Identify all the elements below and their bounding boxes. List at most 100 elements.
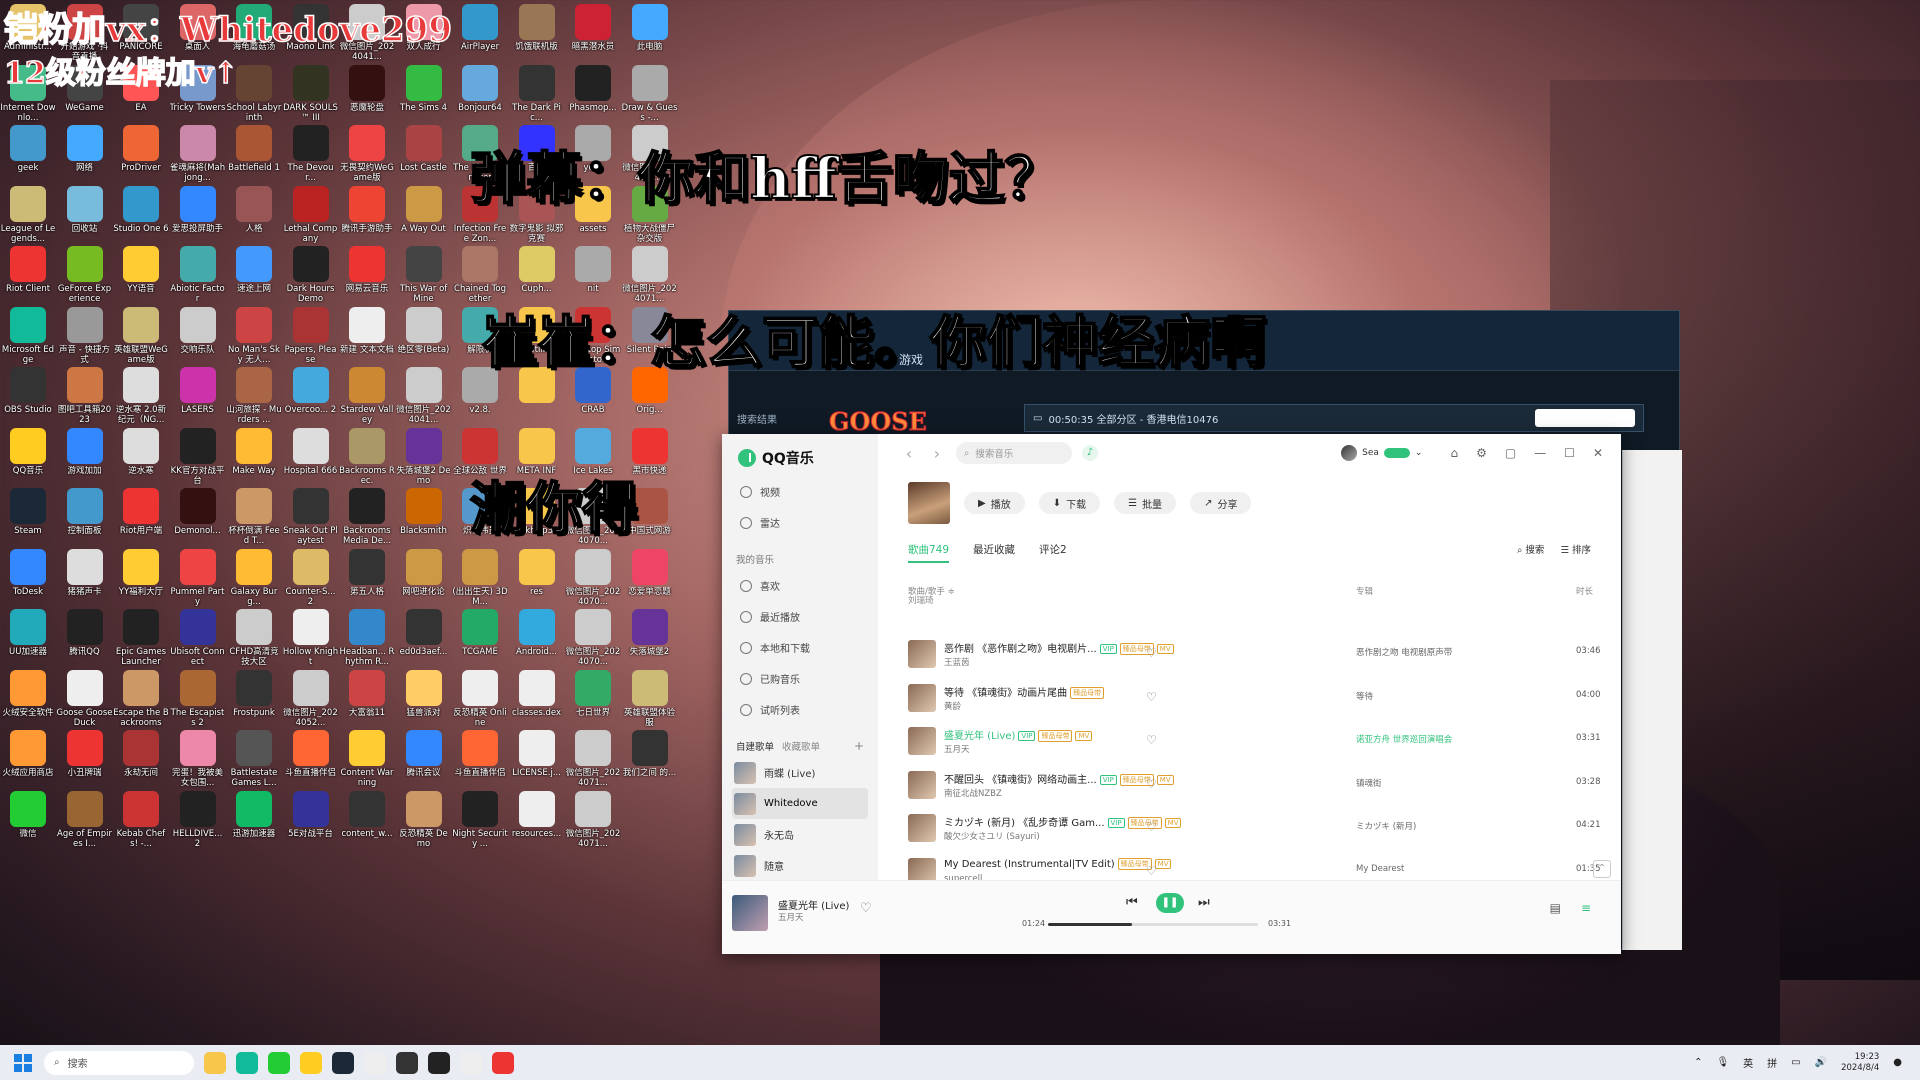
progress-bar[interactable] bbox=[1048, 923, 1258, 926]
scroll-top-icon[interactable]: ⌃ bbox=[1593, 860, 1611, 878]
song-artist[interactable]: 南征北战NZBZ bbox=[944, 787, 1002, 799]
microphone-icon[interactable]: 🎙 bbox=[1716, 1057, 1729, 1068]
now-playing-title[interactable]: 盛夏光年 (Live) bbox=[778, 897, 849, 912]
playlist-item[interactable]: 随意 bbox=[732, 850, 868, 881]
user-area[interactable]: Sea ⌄ bbox=[1341, 445, 1422, 461]
download-button[interactable]: ⬇ 下载 bbox=[1038, 492, 1101, 514]
song-row[interactable]: 恶作剧 《恶作剧之吻》电视剧片... VIP 臻品母带 MV 王蓝茵 ♡ 恶作剧之吻 电视剧… bbox=[878, 632, 1621, 676]
skin-icon[interactable]: ⌂ bbox=[1450, 446, 1458, 460]
next-icon[interactable]: ⏭ bbox=[1198, 895, 1210, 910]
previous-icon[interactable]: ⏮ bbox=[1126, 895, 1138, 910]
room-input[interactable] bbox=[1535, 409, 1635, 427]
batch-button[interactable]: ☰ 批量 bbox=[1114, 492, 1177, 514]
goose-taskbar-icon[interactable] bbox=[460, 1051, 482, 1074]
playlist-item[interactable]: 雨蝶 (Live) bbox=[732, 757, 868, 788]
song-album[interactable]: 镇魂街 bbox=[1356, 777, 1382, 789]
sidebar-item-recent[interactable]: 最近播放 bbox=[722, 601, 878, 632]
qq-music-taskbar-icon[interactable] bbox=[300, 1051, 322, 1074]
ime-mode[interactable]: 拼 bbox=[1767, 1055, 1777, 1070]
song-artist[interactable]: 五月天 bbox=[944, 743, 970, 755]
sidebar-item-video[interactable]: 视频 bbox=[722, 476, 878, 507]
playlist-item-active[interactable]: Whitedove bbox=[732, 788, 868, 819]
maximize-icon[interactable]: ☐ bbox=[1564, 446, 1575, 460]
windows-start-icon[interactable] bbox=[14, 1053, 32, 1072]
like-icon[interactable]: ♡ bbox=[860, 901, 872, 916]
song-album[interactable]: 等待 bbox=[1356, 690, 1373, 702]
desktop-icon[interactable]: resources... bbox=[509, 789, 565, 863]
desktop-icon[interactable]: 我们之间 的... bbox=[622, 728, 678, 802]
song-title[interactable]: 恶作剧 《恶作剧之吻》电视剧片... VIP 臻品母带 MV bbox=[944, 640, 1174, 655]
steam-taskbar-icon[interactable] bbox=[332, 1051, 354, 1074]
like-icon[interactable]: ♡ bbox=[1146, 777, 1157, 791]
chevron-down-icon[interactable]: ⌄ bbox=[1415, 448, 1423, 458]
desktop-icon[interactable]: HELLDIVE... 2 bbox=[170, 789, 226, 863]
listen-recognize-icon[interactable]: ♪ bbox=[1082, 445, 1098, 461]
song-title[interactable]: 不醒回头 《镇魂街》网络动画主... VIP 臻品母带 MV bbox=[944, 771, 1174, 786]
playlist-item[interactable]: 永无岛 bbox=[732, 819, 868, 850]
song-row[interactable]: 不醒回头 《镇魂街》网络动画主... VIP 臻品母带 MV 南征北战NZBZ ♡ 镇魂街 0… bbox=[878, 763, 1621, 807]
song-title[interactable]: 等待 《镇魂街》动画片尾曲 臻品母带 bbox=[944, 684, 1105, 699]
song-artist[interactable]: 王蓝茵 bbox=[944, 656, 970, 668]
sidebar-item-local[interactable]: 本地和下载 bbox=[722, 632, 878, 663]
minimize-icon[interactable]: — bbox=[1534, 446, 1546, 460]
file-explorer-icon[interactable] bbox=[204, 1051, 226, 1074]
tab-collected-playlists[interactable]: 收藏歌单 bbox=[782, 739, 820, 753]
song-album[interactable]: My Dearest bbox=[1356, 864, 1404, 874]
forward-icon[interactable]: › bbox=[928, 444, 946, 463]
obs-taskbar-icon[interactable] bbox=[396, 1051, 418, 1074]
sidebar-item-likes[interactable]: 喜欢 bbox=[722, 570, 878, 601]
riot-taskbar-icon[interactable] bbox=[492, 1051, 514, 1074]
lyrics-icon[interactable]: ▤ bbox=[1550, 901, 1561, 915]
song-title[interactable]: My Dearest (Instrumental|TV Edit) 臻品母带 MV bbox=[944, 857, 1172, 870]
desktop-icon[interactable]: Night Security ... bbox=[452, 789, 508, 863]
tab-recent-collected[interactable]: 最近收藏 bbox=[973, 542, 1015, 563]
share-button[interactable]: ↗ 分享 bbox=[1190, 492, 1252, 514]
tab-created-playlists[interactable]: 自建歌单 bbox=[736, 739, 774, 753]
settings-icon[interactable]: ⚙ bbox=[1476, 446, 1487, 460]
document-taskbar-icon[interactable] bbox=[364, 1051, 386, 1074]
clock[interactable]: 19:23 2024/8/4 bbox=[1841, 1052, 1879, 1074]
play-all-button[interactable]: ▶ 播放 bbox=[964, 492, 1025, 514]
now-playing-cover[interactable] bbox=[732, 895, 768, 931]
col-duration[interactable]: 时长 bbox=[1576, 585, 1593, 597]
like-icon[interactable]: ♡ bbox=[1146, 733, 1157, 747]
tab-comments[interactable]: 评论2 bbox=[1039, 542, 1067, 563]
avatar[interactable] bbox=[1341, 445, 1358, 461]
playlist-icon[interactable]: ≡ bbox=[1581, 901, 1591, 915]
desktop-icon[interactable]: 反恐精英 Demo bbox=[396, 789, 452, 863]
desktop-icon[interactable]: 迅游加速器 bbox=[226, 789, 282, 863]
song-row[interactable]: 等待 《镇魂街》动画片尾曲 臻品母带 黄龄 ♡ 等待 04:00 bbox=[878, 676, 1621, 720]
volume-icon[interactable]: 🔊 bbox=[1815, 1057, 1827, 1068]
mini-mode-icon[interactable]: ▢ bbox=[1505, 446, 1516, 460]
search-input[interactable]: ⌕ 搜索音乐 bbox=[956, 442, 1072, 464]
song-album[interactable]: ミカヅキ (新月) bbox=[1356, 820, 1416, 832]
song-artist[interactable]: 黄龄 bbox=[944, 700, 961, 712]
song-row[interactable]: 盛夏光年 (Live) VIP 臻品母带 MV 五月天 ♡ 诺亚方舟 世界巡回演唱会 03:3… bbox=[878, 719, 1621, 763]
song-album[interactable]: 恶作剧之吻 电视剧原声带 bbox=[1356, 646, 1452, 658]
close-icon[interactable]: ✕ bbox=[1593, 446, 1603, 460]
add-playlist-icon[interactable]: + bbox=[854, 739, 864, 753]
now-playing-artist[interactable]: 五月天 bbox=[778, 911, 804, 923]
like-icon[interactable]: ♡ bbox=[1146, 646, 1157, 660]
notification-icon[interactable]: ● bbox=[1893, 1057, 1902, 1068]
desktop-icon[interactable]: content_w... bbox=[339, 789, 395, 863]
desktop-icon[interactable]: 5E对战平台 bbox=[283, 789, 339, 863]
desktop-icon[interactable]: Age of Empires I... bbox=[57, 789, 113, 863]
pause-button[interactable]: ❚❚ bbox=[1156, 893, 1184, 913]
wechat-icon[interactable] bbox=[268, 1051, 290, 1074]
sort-button[interactable]: ☰ 排序 bbox=[1560, 542, 1591, 556]
song-title[interactable]: 盛夏光年 (Live) VIP 臻品母带 MV bbox=[944, 727, 1093, 742]
tab-songs[interactable]: 歌曲749 bbox=[908, 542, 950, 563]
col-album[interactable]: 专辑 bbox=[1356, 585, 1373, 597]
desktop-icon[interactable]: 微信 bbox=[0, 789, 56, 863]
desktop-icon[interactable]: 微信图片_2024071... bbox=[565, 789, 621, 863]
ime-language[interactable]: 英 bbox=[1743, 1055, 1753, 1070]
back-icon[interactable]: ‹ bbox=[900, 444, 918, 463]
terminal-taskbar-icon[interactable] bbox=[428, 1051, 450, 1074]
edge-icon[interactable] bbox=[236, 1051, 258, 1074]
song-artist[interactable]: 酸欠少女さユリ (Sayuri) bbox=[944, 830, 1040, 842]
tray-chevron-icon[interactable]: ⌃ bbox=[1694, 1057, 1702, 1068]
like-icon[interactable]: ♡ bbox=[1146, 820, 1157, 834]
network-icon[interactable]: ▭ bbox=[1791, 1057, 1800, 1068]
desktop-icon[interactable]: Kebab Chefs! -... bbox=[113, 789, 169, 863]
